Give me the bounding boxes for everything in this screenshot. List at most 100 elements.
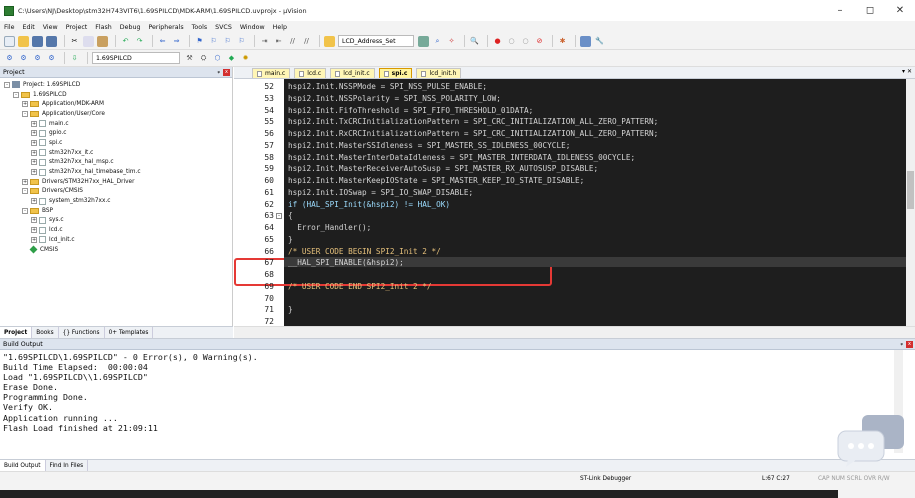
tree-item[interactable]: - BSP	[0, 206, 232, 216]
editor-horizontal-scrollbar[interactable]	[234, 326, 915, 338]
code-line[interactable]: /* USER CODE END SPI2_Init 2 */	[288, 282, 431, 291]
redo-icon[interactable]: ↷	[134, 36, 145, 47]
code-line[interactable]: Error_Handler();	[288, 223, 371, 232]
tree-item[interactable]: + lcd_init.c	[0, 235, 232, 245]
editor-vertical-scrollbar[interactable]	[906, 79, 915, 326]
code-line[interactable]: hspi2.Init.RxCRCInitializationPattern = …	[288, 129, 658, 138]
expand-toggle-icon[interactable]: +	[22, 101, 28, 108]
expand-toggle-icon[interactable]: +	[31, 217, 37, 224]
close-button[interactable]: ✕	[885, 0, 915, 21]
expand-toggle-icon[interactable]: -	[13, 91, 19, 98]
code-line[interactable]: }	[288, 235, 293, 244]
code-line[interactable]: hspi2.Init.MasterReceiverAutoSusp = SPI_…	[288, 164, 598, 173]
undo-icon[interactable]: ↶	[120, 36, 131, 47]
find-in-files-icon[interactable]	[324, 35, 335, 47]
unindent-icon[interactable]: ⇤	[273, 36, 284, 47]
open-folder-icon[interactable]	[18, 35, 29, 47]
code-area[interactable]: 52 hspi2.Init.NSSPMode = SPI_NSS_PULSE_EN…	[234, 79, 915, 326]
menu-item-debug[interactable]: Debug	[120, 24, 141, 31]
tab-find-in-files[interactable]: Find In Files	[46, 459, 89, 472]
expand-toggle-icon[interactable]: -	[22, 207, 28, 214]
code-line[interactable]: {	[288, 211, 293, 220]
menu-item-view[interactable]: View	[43, 24, 58, 31]
code-line[interactable]: hspi2.Init.MasterInterDataIdleness = SPI…	[288, 153, 635, 162]
menu-item-window[interactable]: Window	[240, 24, 265, 31]
panel-close-icon[interactable]: x	[223, 69, 230, 76]
tab-templates[interactable]: 0+ Templates	[105, 326, 154, 339]
breakpoint-disable-all-icon[interactable]: ○	[520, 36, 531, 47]
minimize-button[interactable]: –	[825, 0, 855, 21]
menu-item-file[interactable]: File	[4, 24, 15, 31]
nav-forward-icon[interactable]: ⇒	[171, 36, 182, 47]
nav-back-icon[interactable]: ⇐	[157, 36, 168, 47]
tree-item[interactable]: - Project: 1.69SPILCD	[0, 80, 232, 90]
menu-item-help[interactable]: Help	[273, 24, 287, 31]
target-select[interactable]: 1.69SPILCD	[92, 52, 180, 64]
code-line[interactable]: hspi2.Init.TxCRCInitializationPattern = …	[288, 117, 658, 126]
code-line[interactable]: hspi2.Init.MasterSSIdleness = SPI_MASTER…	[288, 141, 570, 150]
tree-item[interactable]: + lcd.c	[0, 225, 232, 235]
new-file-icon[interactable]	[4, 35, 15, 47]
expand-toggle-icon[interactable]: -	[22, 110, 28, 117]
rte-icon[interactable]: ✹	[240, 53, 251, 64]
expand-toggle-icon[interactable]: +	[31, 159, 37, 166]
expand-toggle-icon[interactable]: +	[31, 227, 37, 234]
incremental-find-icon[interactable]	[418, 35, 429, 47]
tab-lcd_init-c[interactable]: lcd_init.c	[330, 68, 375, 78]
expand-toggle-icon[interactable]: -	[22, 188, 28, 195]
save-all-icon[interactable]	[46, 35, 57, 47]
indent-icon[interactable]: ⇥	[259, 36, 270, 47]
menu-item-flash[interactable]: Flash	[95, 24, 112, 31]
copy-icon[interactable]	[83, 35, 94, 47]
tree-item[interactable]: + Drivers/STM32H7xx_HAL_Driver	[0, 177, 232, 187]
menu-item-project[interactable]: Project	[66, 24, 88, 31]
target-options-icon[interactable]: ⚒	[184, 53, 195, 64]
panel-close-icon[interactable]: x	[906, 341, 913, 348]
chat-bubble-icon[interactable]	[836, 413, 906, 469]
tree-item[interactable]: + sys.c	[0, 216, 232, 226]
manage-components-icon[interactable]: ⛭	[198, 53, 209, 64]
build-icon[interactable]: ⚙	[18, 53, 29, 64]
tab-controls[interactable]: ▾ ✕	[902, 68, 912, 75]
rebuild-icon[interactable]: ⚙	[32, 53, 43, 64]
expand-toggle-icon[interactable]: +	[31, 139, 37, 146]
tree-item[interactable]: + spi.c	[0, 138, 232, 148]
tab-build-output[interactable]: Build Output	[0, 459, 46, 472]
tree-item[interactable]: - 1.69SPILCD	[0, 90, 232, 100]
tree-item[interactable]: + gpio.c	[0, 128, 232, 138]
tab-spi-c[interactable]: spi.c	[378, 68, 413, 78]
cut-icon[interactable]: ✂	[69, 36, 80, 47]
code-line[interactable]: }	[288, 305, 293, 314]
bookmark-clear-icon[interactable]: ⚐	[236, 36, 247, 47]
window-layout-icon[interactable]	[580, 35, 591, 47]
find-combo[interactable]: LCD_Address_Set	[338, 35, 414, 47]
debug-icon[interactable]: ✧	[446, 36, 457, 47]
code-line[interactable]: hspi2.Init.NSSPMode = SPI_NSS_PULSE_ENAB…	[288, 82, 487, 91]
window-config-icon[interactable]: ✱	[557, 36, 568, 47]
code-line[interactable]: hspi2.Init.MasterKeepIOState = SPI_MASTE…	[288, 176, 584, 185]
expand-toggle-icon[interactable]: +	[31, 198, 37, 205]
bookmark-prev-icon[interactable]: ⚐	[208, 36, 219, 47]
code-line[interactable]: __HAL_SPI_ENABLE(&hspi2);	[288, 258, 404, 267]
expand-toggle-icon[interactable]: +	[31, 169, 37, 176]
tree-item[interactable]: + system_stm32h7xx.c	[0, 196, 232, 206]
tab-books[interactable]: Books	[32, 326, 59, 339]
manage-project-icon[interactable]: ⬡	[212, 53, 223, 64]
batch-build-icon[interactable]: ⚙	[46, 53, 57, 64]
expand-toggle-icon[interactable]: +	[31, 149, 37, 156]
maximize-button[interactable]: ◻	[855, 0, 885, 21]
paste-icon[interactable]	[97, 35, 108, 47]
translate-icon[interactable]: ⚙	[4, 53, 15, 64]
tree-item[interactable]: + stm32h7xx_hal_msp.c	[0, 158, 232, 168]
tab-main-c[interactable]: main.c	[252, 68, 291, 78]
comment-icon[interactable]: //	[287, 36, 298, 47]
tree-item[interactable]: - Drivers/CMSIS	[0, 187, 232, 197]
tree-item[interactable]: + Application/MDK-ARM	[0, 99, 232, 109]
code-line[interactable]: /* USER CODE BEGIN SPI2_Init 2 */	[288, 247, 441, 256]
bookmark-icon[interactable]: ⚑	[194, 36, 205, 47]
tab-lcd_init-h[interactable]: lcd_init.h	[416, 68, 462, 78]
menu-item-edit[interactable]: Edit	[23, 24, 35, 31]
expand-toggle-icon[interactable]: +	[31, 130, 37, 137]
expand-toggle-icon[interactable]: +	[31, 236, 37, 243]
breakpoint-kill-all-icon[interactable]: ⊘	[534, 36, 545, 47]
